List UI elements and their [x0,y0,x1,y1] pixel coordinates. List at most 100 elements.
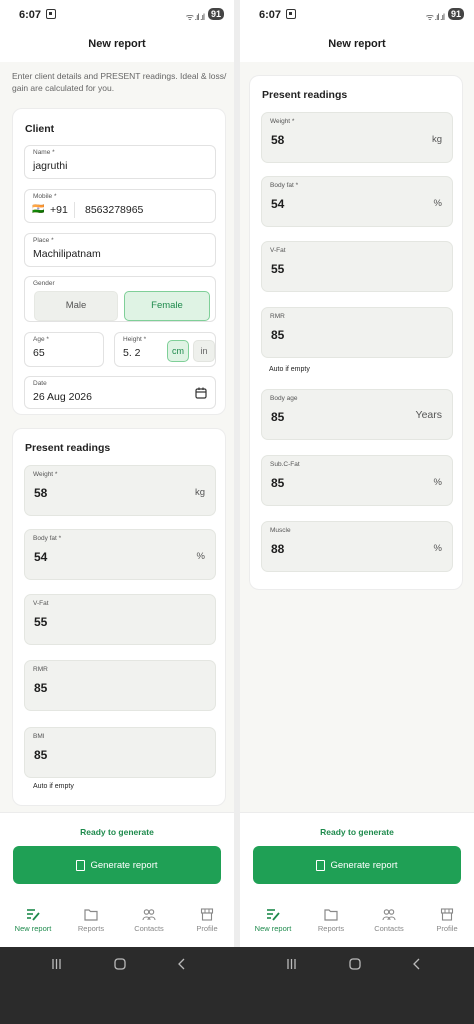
tab-profile[interactable]: Profile [178,908,234,933]
tab-profile[interactable]: Profile [418,908,474,933]
date-field[interactable]: Date 26 Aug 2026 [24,376,216,409]
reading-value: 85 [34,748,48,762]
height-value: 5. 2 [123,347,141,359]
intro-text: Enter client details and PRESENT reading… [12,71,227,93]
flag-icon[interactable]: 🇮🇳 [32,204,44,215]
client-card: Client Name * jagruthi Mobile * 🇮🇳 +91 8… [12,108,226,415]
tab-label: Reports [317,924,345,933]
status-time: 6:07 [259,9,282,21]
status-time: 6:07 [19,9,42,21]
recents-icon [52,959,61,969]
reading-value: 55 [34,615,48,629]
reading-label: Weight * [33,471,58,478]
country-code[interactable]: +91 [50,204,68,216]
reading-weight[interactable]: Weight * 58 kg [24,465,216,516]
screen-left: 6:07 ᯤ .ıl .ıl 91 New report Enter clien… [0,0,234,947]
mobile-divider [74,202,75,218]
reading-label: Sub.C-Fat [270,461,300,468]
mobile-label: Mobile * [33,193,57,200]
place-label: Place * [33,237,54,244]
reading-unit: % [196,551,205,562]
tab-label: Profile [196,924,218,933]
signal-icon: ᯤ .ıl .ıl [185,12,205,22]
reading-label: V-Fat [33,600,49,607]
tab-label: Reports [77,924,105,933]
people-icon [142,909,156,921]
reading-body-fat[interactable]: Body fat * 54 % [261,176,453,227]
reading-unit: kg [194,487,205,498]
age-field[interactable]: Age * 65 [24,332,104,367]
reading-v-fat[interactable]: V-Fat 55 [24,594,216,645]
folder-icon [84,909,98,921]
readings-card-left: Present readings Weight * 58 kg Body fat… [12,428,226,806]
place-value: Machilipatnam [33,248,101,260]
tab-new-report[interactable]: New report [4,908,62,933]
height-field[interactable]: Height * 5. 2 cm in [114,332,216,367]
reading-label: Body fat * [270,182,299,189]
tab-new-report[interactable]: New report [244,908,302,933]
screenshot-icon [286,9,296,19]
reading-value: 88 [271,542,285,556]
reading-body-fat[interactable]: Body fat * 54 % [24,529,216,580]
document-icon [76,859,86,871]
reading-value: 54 [271,197,285,211]
reading-weight[interactable]: Weight * 58 kg [261,112,453,163]
height-label: Height * [123,336,147,343]
page-title: New report [240,30,474,62]
page-title: New report [0,30,234,62]
generate-area: Ready to generate Generate report [0,812,234,902]
generate-report-label: Generate report [330,859,398,871]
date-label: Date [33,380,47,387]
reading-unit: kg [431,134,442,145]
tab-reports[interactable]: Reports [302,908,360,933]
ready-status: Ready to generate [320,827,394,837]
name-value: jagruthi [33,160,68,172]
reading-v-fat[interactable]: V-Fat 55 [261,241,453,292]
reading-label: RMR [270,313,285,320]
mobile-field[interactable]: Mobile * 🇮🇳 +91 8563278965 [24,189,216,223]
generate-report-button[interactable]: Generate report [253,846,461,884]
gender-field: Gender Male Female [24,276,216,322]
tab-label: Contacts [134,924,164,933]
tab-contacts[interactable]: Contacts [120,908,178,933]
back-icon [413,958,420,970]
back-icon [178,958,185,970]
reading-value: 58 [34,486,48,500]
status-bar: 6:07 ᯤ .ıl .ıl 91 [0,0,234,30]
tab-reports[interactable]: Reports [62,908,120,933]
people-icon [382,909,396,921]
height-unit-cm[interactable]: cm [167,340,189,362]
gender-male-button[interactable]: Male [34,291,118,321]
reading-bmi[interactable]: BMI 85 [24,727,216,778]
reading-rmr[interactable]: RMR 85 [261,307,453,358]
readings-title-left: Present readings [25,442,111,454]
reading-value: 58 [271,133,285,147]
readings-card-right: Present readings Weight * 58 kg Body fat… [249,75,463,590]
battery-level: 91 [207,8,224,20]
tab-contacts[interactable]: Contacts [360,908,418,933]
reading-unit: % [433,477,442,488]
reading-label: Weight * [270,118,295,125]
height-unit-in[interactable]: in [193,340,215,362]
generate-report-label: Generate report [90,859,158,871]
calendar-icon[interactable] [195,387,207,399]
gender-female-button[interactable]: Female [124,291,210,321]
battery-level: 91 [447,8,464,20]
name-field[interactable]: Name * jagruthi [24,145,216,179]
folder-icon [324,909,338,921]
bottom-tab-bar: New report Reports Contacts Profile [240,902,474,947]
reading-rmr[interactable]: RMR 85 [24,660,216,711]
reading-body-age[interactable]: Body age 85 Years [261,389,453,440]
place-field[interactable]: Place * Machilipatnam [24,233,216,267]
reading-muscle[interactable]: Muscle 88 % [261,521,453,572]
reading-label: RMR [33,666,48,673]
auto-hint: Auto if empty [269,366,310,373]
reading-value: 85 [271,410,285,424]
status-bar: 6:07 ᯤ .ıl .ıl 91 [240,0,474,30]
reading-sub-c-fat[interactable]: Sub.C-Fat 85 % [261,455,453,506]
tab-label: Contacts [374,924,404,933]
reading-value: 85 [271,328,285,342]
age-label: Age * [33,336,49,343]
generate-report-button[interactable]: Generate report [13,846,221,884]
reading-value: 55 [271,262,285,276]
